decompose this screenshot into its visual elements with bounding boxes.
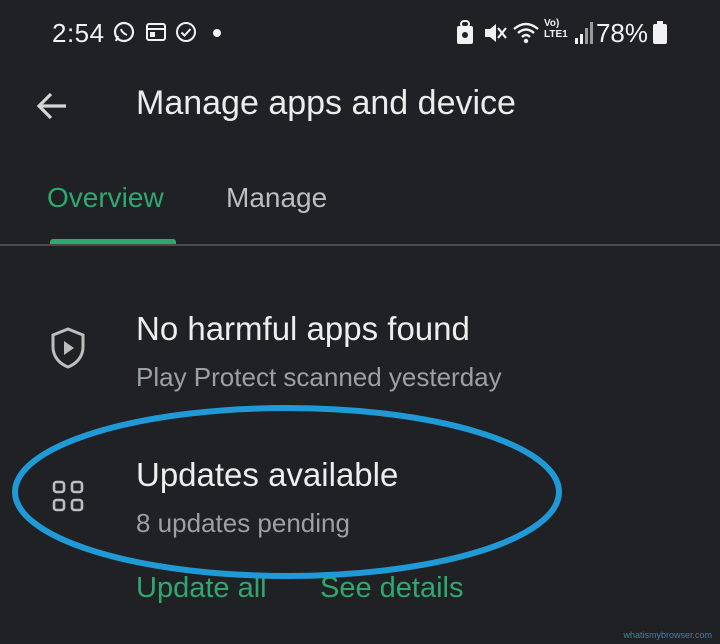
tab-manage[interactable]: Manage [226,182,327,214]
screen: 2:54 Vo) LTE1 78% Manage apps and device… [0,0,720,644]
check-circle-icon [176,22,196,42]
status-time: 2:54 [52,18,105,48]
update-all-button[interactable]: Update all [136,572,267,605]
arrow-back-icon[interactable] [34,88,70,124]
see-details-button[interactable]: See details [320,572,464,605]
tab-overview[interactable]: Overview [47,182,164,214]
app-bar: Manage apps and device [0,66,720,146]
updates-row[interactable]: Updates available 8 updates pending [0,448,720,558]
back-button[interactable] [28,82,76,130]
mute-icon [485,24,507,42]
protect-subtitle: Play Protect scanned yesterday [136,362,502,392]
battery-icon [653,21,667,44]
signal-icon [575,22,593,44]
page-title: Manage apps and device [136,84,516,122]
battery-lock-icon [457,20,473,44]
battery-percent: 78% [595,18,648,48]
whatsapp-icon [113,21,135,43]
tabs-divider [0,244,720,246]
play-protect-row[interactable]: No harmful apps found Play Protect scann… [0,300,720,410]
network-type-label: Vo) LTE1 [544,18,574,40]
lte-label: LTE1 [544,29,568,40]
watermark: whatismybrowser.com [623,630,712,640]
updates-title: Updates available [136,456,399,493]
calendar-icon [146,23,166,41]
volte-label: Vo) [544,18,560,29]
updates-subtitle: 8 updates pending [136,508,350,538]
play-protect-shield-icon [44,324,92,372]
status-bar: 2:54 Vo) LTE1 78% [0,0,720,66]
protect-title: No harmful apps found [136,310,470,347]
tab-bar: Overview Manage [0,166,720,246]
notification-dot-icon [213,29,221,37]
wifi-icon [513,22,539,44]
apps-grid-icon [44,472,92,520]
